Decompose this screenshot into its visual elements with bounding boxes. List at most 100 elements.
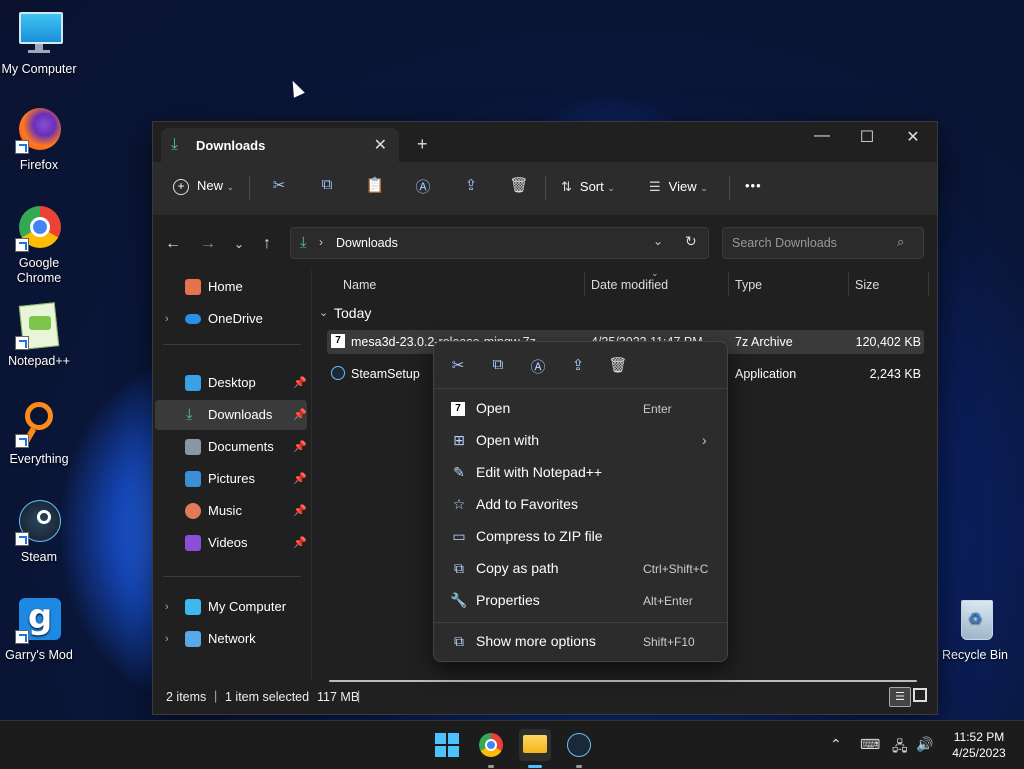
- taskbar-file-explorer[interactable]: [519, 729, 551, 768]
- toolbar-divider: [249, 176, 250, 200]
- column-header-size[interactable]: Size: [855, 278, 879, 292]
- column-header-date[interactable]: Date modified: [591, 278, 668, 292]
- touch-keyboard-icon[interactable]: ⌨: [860, 736, 880, 753]
- group-header-chevron-icon[interactable]: ⌄: [319, 306, 328, 319]
- menu-item-open-with[interactable]: ⊞ Open with ›: [434, 426, 727, 456]
- column-divider[interactable]: [728, 272, 729, 296]
- menu-item-shortcut: Shift+F10: [643, 635, 695, 649]
- details-view-icon[interactable]: ☰: [889, 687, 911, 707]
- recent-locations-chevron-icon[interactable]: ⌄: [227, 237, 251, 251]
- show-hidden-icons-chevron-icon[interactable]: ⌃: [830, 736, 842, 753]
- column-header-type[interactable]: Type: [735, 278, 762, 292]
- taskbar-steam[interactable]: [563, 729, 595, 768]
- desktop-icon-garrys-mod[interactable]: g Garry's Mod: [1, 596, 77, 663]
- nav-item-music[interactable]: Music 📌: [155, 496, 307, 526]
- menu-item-shortcut: Alt+Enter: [643, 594, 693, 608]
- volume-icon[interactable]: 🔊: [916, 736, 933, 753]
- steam-icon: [15, 498, 63, 546]
- start-button[interactable]: [431, 729, 463, 761]
- taskbar-chrome[interactable]: [475, 729, 507, 768]
- share-icon[interactable]: ⇪: [566, 356, 590, 380]
- more-options-button[interactable]: •••: [745, 178, 762, 193]
- toolbar-divider: [729, 176, 730, 200]
- title-bar: ⤓ Downloads ✕ + — ☐ ✕: [153, 122, 937, 162]
- menu-item-edit-notepadpp[interactable]: ✎ Edit with Notepad++: [434, 458, 727, 488]
- nav-item-videos[interactable]: Videos 📌: [155, 528, 307, 558]
- copy-icon[interactable]: ⧉: [317, 176, 337, 196]
- menu-item-properties[interactable]: 🔧 Properties Alt+Enter: [434, 586, 727, 616]
- forward-arrow-icon[interactable]: →: [196, 235, 220, 253]
- menu-item-copy-as-path[interactable]: ⧉ Copy as path Ctrl+Shift+C: [434, 554, 727, 584]
- desktop-icon-my-computer[interactable]: My Computer: [1, 10, 77, 77]
- menu-item-open[interactable]: 7 Open Enter: [434, 394, 727, 424]
- desktop-icon-firefox[interactable]: Firefox: [1, 106, 77, 173]
- expand-chevron-icon: ›: [165, 313, 169, 325]
- rename-icon[interactable]: Ⓐ: [413, 176, 433, 196]
- delete-icon[interactable]: 🗑: [509, 176, 529, 196]
- tiles-view-icon[interactable]: [913, 688, 927, 702]
- address-bar[interactable]: ⤓ › Downloads ⌄ ↻: [290, 227, 709, 259]
- desktop-icon-label: Garry's Mod: [5, 648, 73, 662]
- minimize-button[interactable]: —: [807, 127, 837, 145]
- new-tab-button[interactable]: +: [417, 134, 428, 155]
- menu-item-add-favorites[interactable]: ☆ Add to Favorites: [434, 490, 727, 520]
- share-icon[interactable]: ⇪: [461, 176, 481, 196]
- column-divider[interactable]: [848, 272, 849, 296]
- nav-item-home[interactable]: Home: [155, 272, 307, 302]
- nav-item-onedrive[interactable]: › OneDrive: [155, 304, 307, 334]
- desktop-icon-steam[interactable]: Steam: [1, 498, 77, 565]
- network-icon[interactable]: 🖧: [892, 736, 908, 760]
- desktop-icon-chrome[interactable]: Google Chrome: [1, 204, 77, 286]
- pane-splitter[interactable]: [311, 270, 312, 680]
- nav-item-desktop[interactable]: Desktop 📌: [155, 368, 307, 398]
- pencil-icon: ✎: [453, 464, 465, 480]
- up-arrow-icon[interactable]: ↑: [255, 235, 279, 253]
- paste-icon[interactable]: 📋: [365, 176, 385, 196]
- column-header-name[interactable]: Name: [343, 278, 376, 292]
- column-divider[interactable]: [584, 272, 585, 296]
- tab-downloads[interactable]: ⤓ Downloads ✕: [161, 128, 399, 162]
- maximize-button[interactable]: ☐: [852, 127, 882, 147]
- nav-item-my-computer[interactable]: › My Computer: [155, 592, 307, 622]
- view-button[interactable]: ☰ View ⌄: [649, 179, 708, 195]
- clock[interactable]: 11:52 PM 4/25/2023: [944, 729, 1014, 761]
- nav-item-downloads[interactable]: ⤓ Downloads 📌: [155, 400, 307, 430]
- desktop-icon-label: Recycle Bin: [942, 648, 1008, 662]
- cut-icon[interactable]: ✂: [446, 356, 470, 380]
- pin-icon: 📌: [293, 441, 307, 453]
- desktop-icon-notepadpp[interactable]: Notepad++: [1, 302, 77, 369]
- nav-item-pictures[interactable]: Pictures 📌: [155, 464, 307, 494]
- copy-icon[interactable]: ⧉: [486, 356, 510, 380]
- refresh-icon[interactable]: ↻: [685, 233, 697, 250]
- menu-item-compress-zip[interactable]: ▭ Compress to ZIP file: [434, 522, 727, 552]
- desktop-icon-recycle-bin[interactable]: ♻ Recycle Bin: [937, 596, 1013, 663]
- pin-icon: 📌: [293, 505, 307, 517]
- file-size: 120,402 KB: [855, 335, 921, 349]
- close-tab-icon[interactable]: ✕: [374, 135, 387, 155]
- nav-item-documents[interactable]: Documents 📌: [155, 432, 307, 462]
- rename-icon[interactable]: Ⓐ: [526, 356, 550, 380]
- column-divider[interactable]: [928, 272, 929, 296]
- close-window-button[interactable]: ✕: [898, 127, 928, 147]
- group-header[interactable]: Today: [334, 305, 371, 321]
- show-more-icon: ⧉: [454, 633, 464, 649]
- new-button[interactable]: + New ⌄: [173, 178, 234, 195]
- desktop-icon-label: Notepad++: [8, 354, 70, 368]
- chevron-down-icon: ⌄: [607, 183, 615, 193]
- desktop-icon-everything[interactable]: Everything: [1, 400, 77, 467]
- recycle-bin-icon: ♻: [951, 596, 999, 644]
- nav-item-network[interactable]: › Network: [155, 624, 307, 654]
- sort-label: Sort: [579, 179, 604, 194]
- chevron-down-icon: ⌄: [226, 182, 235, 192]
- menu-item-show-more-options[interactable]: ⧉ Show more options Shift+F10: [434, 627, 727, 657]
- delete-icon[interactable]: 🗑: [606, 356, 630, 380]
- back-arrow-icon[interactable]: ←: [161, 235, 185, 253]
- star-icon: ☆: [452, 496, 466, 512]
- sort-icon: ⇅: [561, 179, 572, 194]
- shortcut-arrow-icon: [15, 532, 29, 546]
- search-box[interactable]: Search Downloads ⌕: [722, 227, 924, 259]
- copy-path-icon: ⧉: [454, 560, 464, 576]
- cut-icon[interactable]: ✂: [269, 176, 289, 196]
- address-dropdown-icon[interactable]: ⌄: [653, 234, 663, 248]
- sort-button[interactable]: ⇅ Sort ⌄: [561, 179, 615, 195]
